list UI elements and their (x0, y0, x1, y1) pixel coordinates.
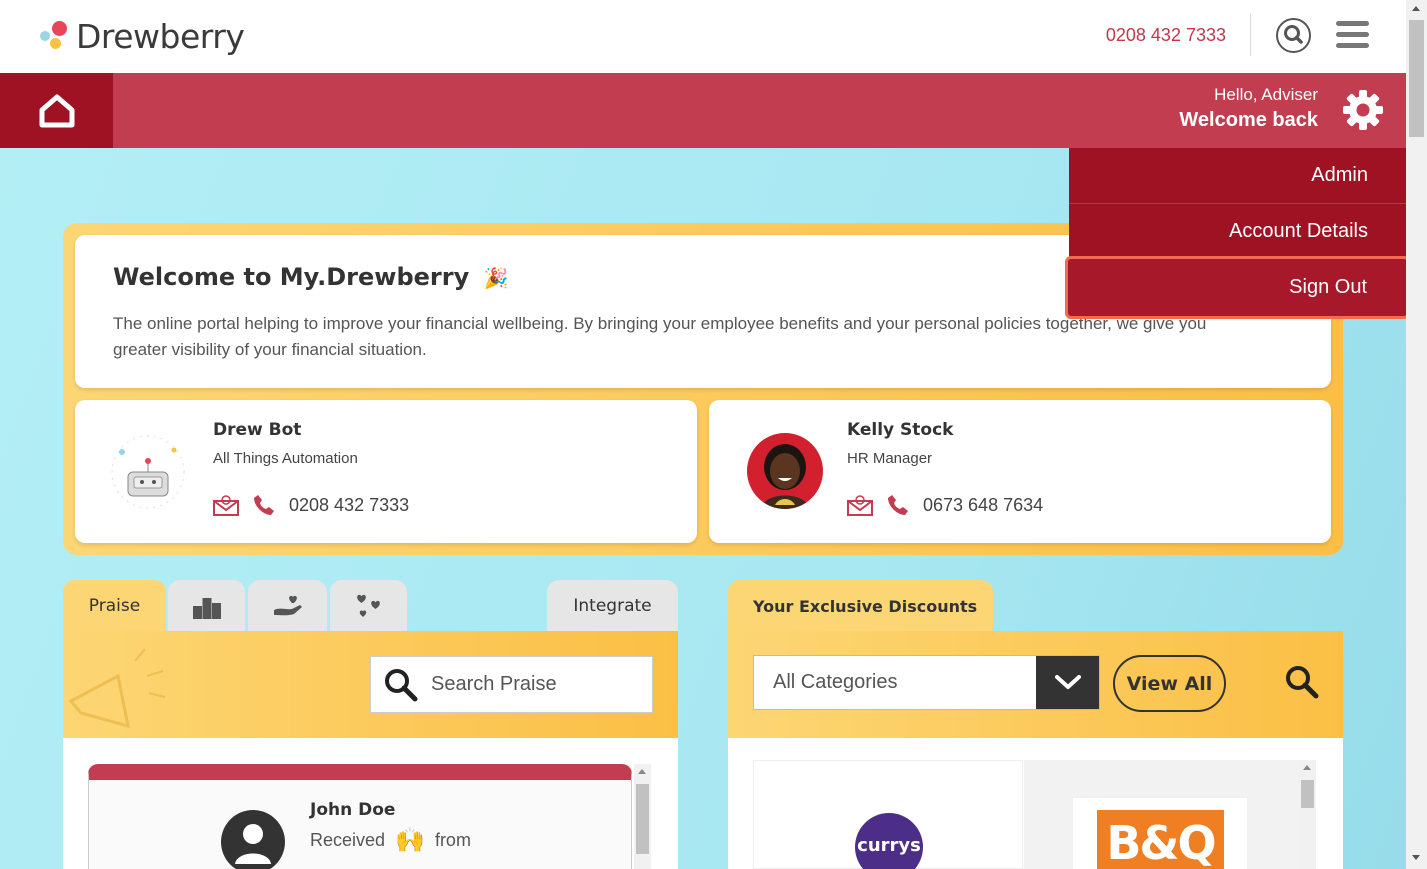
scroll-thumb[interactable] (1301, 780, 1314, 808)
scroll-thumb[interactable] (636, 784, 649, 854)
praise-feed: John Doe Received 🙌 from (63, 738, 678, 869)
user-avatar-icon (221, 810, 285, 869)
gear-icon[interactable] (1342, 89, 1384, 131)
hearts-icon (356, 594, 380, 617)
search-icon[interactable] (1276, 18, 1311, 53)
scroll-up-arrow[interactable] (638, 769, 646, 774)
tab-hearts[interactable] (330, 580, 407, 632)
praise-header: Search Praise (63, 631, 678, 738)
top-bar: Drewberry 0208 432 7333 (0, 0, 1406, 73)
tab-praise[interactable]: Praise (63, 580, 166, 632)
praise-card: John Doe Received 🙌 from (88, 764, 632, 869)
contact-role: HR Manager (847, 450, 933, 467)
praise-tabs: Praise Integrate (63, 580, 678, 632)
discount-card-currys[interactable]: currys (753, 760, 1023, 869)
scroll-up-arrow[interactable] (1303, 765, 1311, 770)
home-button[interactable] (0, 73, 113, 148)
contact-name: Drew Bot (213, 420, 302, 440)
podium-icon (192, 598, 221, 619)
currys-logo: currys (855, 813, 923, 869)
email-icon[interactable] (213, 494, 239, 516)
contact-name: Kelly Stock (847, 420, 954, 440)
contact-card-kelly-stock: Kelly Stock HR Manager 0673 648 7634 (709, 400, 1331, 543)
scroll-up-arrow[interactable] (1412, 6, 1420, 11)
menu-item-admin[interactable]: Admin (1069, 148, 1406, 204)
contact-role: All Things Automation (213, 450, 358, 467)
contact-phone[interactable]: 0673 648 7634 (923, 495, 1043, 516)
header-phone-link[interactable]: 0208 432 7333 (1106, 25, 1226, 46)
contact-actions: 0673 648 7634 (847, 494, 1043, 516)
party-popper-icon: 🎉 (483, 266, 509, 290)
chevron-down-icon[interactable] (1036, 656, 1099, 709)
greeting-welcome: Welcome back (1179, 109, 1318, 131)
kelly-avatar (747, 433, 823, 509)
bq-logo: B&Q (1097, 810, 1224, 869)
email-icon[interactable] (847, 494, 873, 516)
user-greeting: Hello, Adviser Welcome back (1179, 85, 1318, 132)
praise-scrollbar[interactable] (634, 764, 651, 869)
search-icon (385, 668, 418, 701)
tab-give[interactable] (248, 580, 327, 632)
nav-bar: Hello, Adviser Welcome back (0, 73, 1406, 148)
tab-leaderboard[interactable] (168, 580, 245, 632)
welcome-title: Welcome to My.Drewberry 🎉 (113, 263, 509, 291)
header-divider (1250, 14, 1251, 56)
greeting-hello: Hello, Adviser (1214, 85, 1318, 104)
tab-integrate[interactable]: Integrate (547, 580, 678, 632)
discounts-scrollbar[interactable] (1299, 760, 1316, 869)
phone-icon[interactable] (887, 494, 909, 516)
view-all-button[interactable]: View All (1113, 655, 1226, 712)
search-icon[interactable] (1284, 664, 1320, 700)
category-select[interactable]: All Categories (753, 655, 1100, 710)
contact-actions: 0208 432 7333 (213, 494, 409, 516)
hamburger-menu-icon[interactable] (1336, 21, 1369, 49)
bq-logo-frame: B&Q (1073, 798, 1247, 869)
scroll-thumb[interactable] (1409, 20, 1424, 137)
logo-text: Drewberry (76, 16, 245, 56)
drewberry-logo[interactable]: Drewberry (38, 14, 245, 58)
robot-avatar (108, 432, 188, 512)
discount-card-bq[interactable]: B&Q (1024, 760, 1299, 869)
page-scrollbar[interactable] (1406, 0, 1427, 869)
raised-hands-icon: 🙌 (395, 827, 425, 854)
category-select-value: All Categories (773, 671, 898, 693)
praise-recipient-name: John Doe (310, 800, 396, 820)
discounts-list: currys B&Q (728, 738, 1343, 869)
discounts-header: All Categories View All (728, 631, 1343, 738)
menu-item-account-details[interactable]: Account Details (1069, 204, 1406, 260)
home-icon (39, 94, 74, 127)
contact-card-drew-bot: Drew Bot All Things Automation 0208 432 … (75, 400, 697, 543)
search-praise-input[interactable]: Search Praise (431, 673, 557, 696)
search-praise-field[interactable]: Search Praise (370, 656, 653, 713)
hand-heart-icon (273, 595, 302, 616)
megaphone-icon (68, 648, 166, 729)
phone-icon[interactable] (253, 494, 275, 516)
logo-dots-icon (38, 18, 72, 54)
praise-received-line: Received 🙌 from (310, 827, 471, 854)
contact-phone[interactable]: 0208 432 7333 (289, 495, 409, 516)
menu-item-sign-out[interactable]: Sign Out (1065, 256, 1410, 319)
scroll-down-arrow[interactable] (1412, 855, 1420, 860)
tab-exclusive-discounts[interactable]: Your Exclusive Discounts (728, 580, 993, 632)
